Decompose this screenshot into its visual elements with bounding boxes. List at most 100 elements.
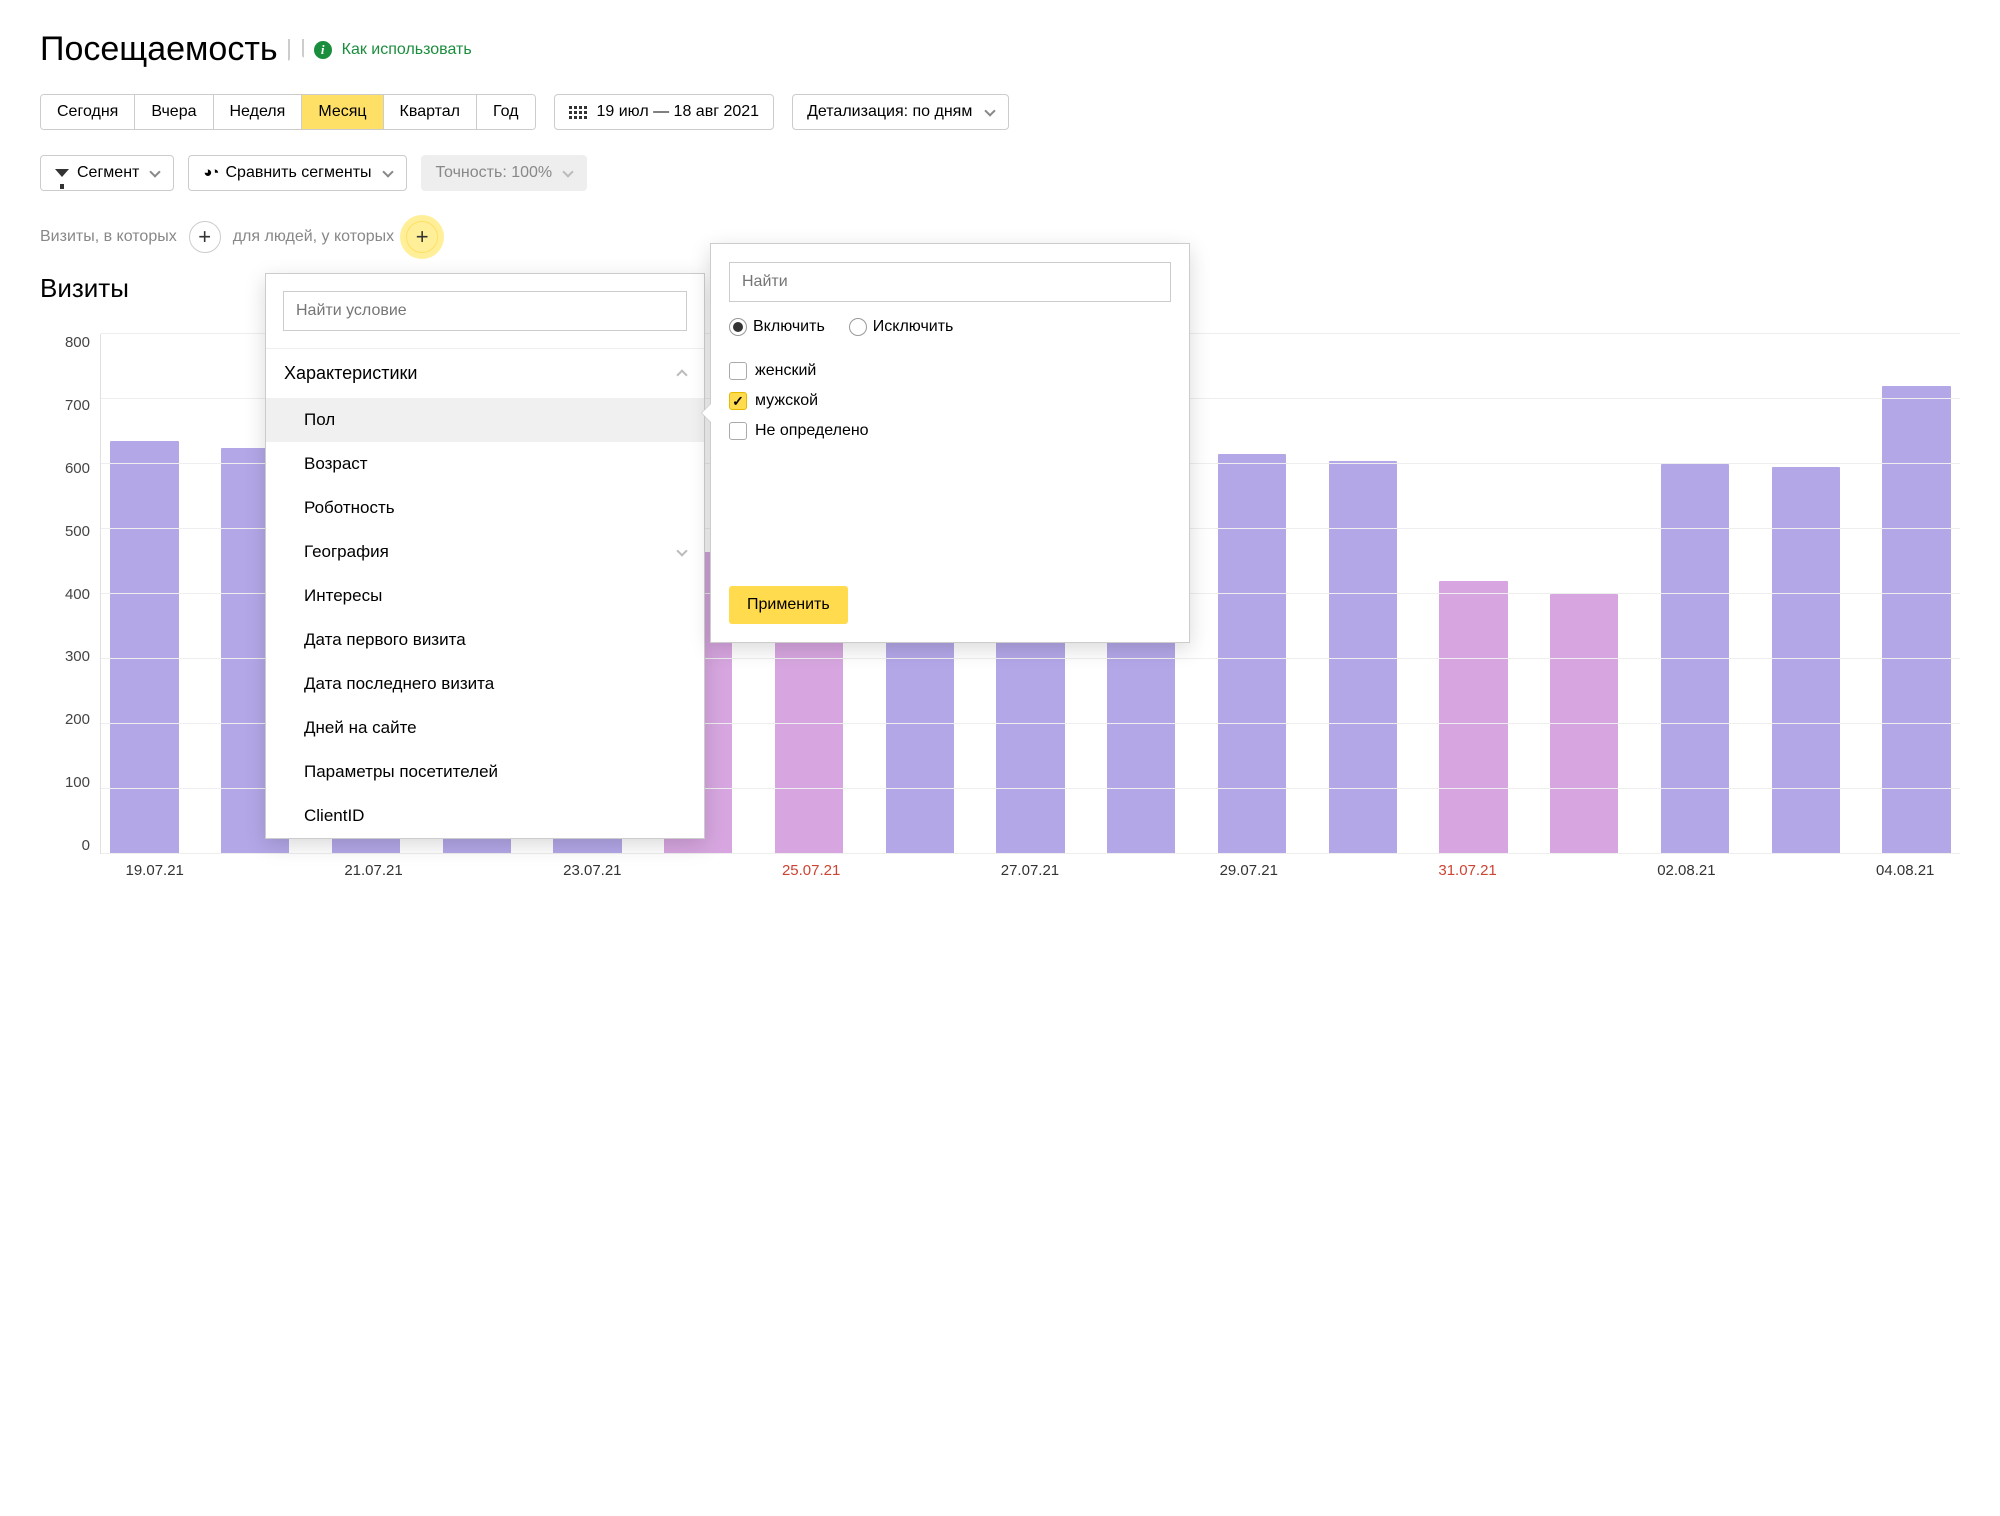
chevron-up-icon xyxy=(676,369,687,380)
calendar-icon xyxy=(569,106,587,119)
condition-group[interactable]: Характеристики xyxy=(266,349,704,398)
conditions-list[interactable]: Характеристики ПолВозрастРоботностьГеогр… xyxy=(266,348,704,838)
y-tick: 0 xyxy=(82,837,90,854)
value-option-label: мужской xyxy=(755,392,818,410)
x-tick xyxy=(209,862,318,879)
detail-label: Детализация: по дням xyxy=(807,103,972,121)
period-selector: СегодняВчераНеделяМесяцКварталГод xyxy=(40,94,536,130)
compare-button[interactable]: Сравнить сегменты xyxy=(188,155,406,191)
date-range-button[interactable]: 19 июл — 18 авг 2021 xyxy=(554,94,775,130)
x-tick: 21.07.21 xyxy=(319,862,428,879)
x-tick: 04.08.21 xyxy=(1851,862,1960,879)
checkbox-icon xyxy=(729,422,747,440)
value-option-label: Не определено xyxy=(755,422,869,440)
bar[interactable] xyxy=(110,441,178,854)
radio-icon xyxy=(729,318,747,336)
x-tick xyxy=(866,862,975,879)
period-Сегодня[interactable]: Сегодня xyxy=(41,95,135,129)
x-tick: 02.08.21 xyxy=(1632,862,1741,879)
chevron-down-icon xyxy=(150,166,161,177)
condition-item[interactable]: Дата последнего визита xyxy=(266,662,704,706)
bar[interactable] xyxy=(1661,464,1729,854)
bar[interactable] xyxy=(1439,581,1507,854)
x-tick: 25.07.21 xyxy=(756,862,865,879)
detail-button[interactable]: Детализация: по дням xyxy=(792,94,1009,130)
period-Неделя[interactable]: Неделя xyxy=(214,95,303,129)
x-tick xyxy=(428,862,537,879)
value-option-label: женский xyxy=(755,362,816,380)
period-Месяц[interactable]: Месяц xyxy=(302,95,383,129)
visits-filter-label: Визиты, в которых xyxy=(40,228,177,246)
x-tick: 29.07.21 xyxy=(1194,862,1303,879)
y-tick: 700 xyxy=(65,397,90,414)
bar[interactable] xyxy=(1882,386,1950,854)
chevron-down-icon xyxy=(985,105,996,116)
condition-item[interactable]: Пол xyxy=(266,398,704,442)
y-tick: 500 xyxy=(65,523,90,540)
dropdown-arrow xyxy=(702,404,711,422)
condition-item[interactable]: Дней на сайте xyxy=(266,706,704,750)
bar[interactable] xyxy=(1218,454,1286,854)
x-tick: 23.07.21 xyxy=(538,862,647,879)
chevron-down-icon xyxy=(676,545,687,556)
condition-item[interactable]: Возраст xyxy=(266,442,704,486)
info-icon: i xyxy=(314,41,332,59)
bar[interactable] xyxy=(1550,594,1618,854)
x-tick xyxy=(1522,862,1631,879)
checkbox-icon xyxy=(729,362,747,380)
date-range-label: 19 июл — 18 авг 2021 xyxy=(597,103,760,121)
condition-group-label: Характеристики xyxy=(284,363,417,384)
bar[interactable] xyxy=(1772,467,1840,854)
condition-item[interactable]: Дата первого визита xyxy=(266,618,704,662)
value-option[interactable]: Не определено xyxy=(729,416,1171,446)
funnel-icon xyxy=(55,169,69,177)
condition-item[interactable]: Интересы xyxy=(266,574,704,618)
y-tick: 300 xyxy=(65,648,90,665)
period-Год[interactable]: Год xyxy=(477,95,534,129)
values-dropdown: Включить Исключить женский мужской Не опре… xyxy=(710,243,1190,643)
y-tick: 100 xyxy=(65,774,90,791)
x-axis: 19.07.21 21.07.21 23.07.21 25.07.21 27.07.21… xyxy=(40,862,1960,879)
value-search-input[interactable] xyxy=(729,262,1171,302)
include-label: Включить xyxy=(753,318,825,336)
x-tick: 19.07.21 xyxy=(100,862,209,879)
segment-label: Сегмент xyxy=(77,164,139,182)
x-tick xyxy=(1085,862,1194,879)
radio-icon xyxy=(849,318,867,336)
x-tick xyxy=(1303,862,1412,879)
y-tick: 400 xyxy=(65,586,90,603)
chevron-down-icon xyxy=(382,166,393,177)
accuracy-label: Точность: 100% xyxy=(436,164,553,182)
page-title: Посещаемость xyxy=(40,30,278,69)
value-option[interactable]: мужской xyxy=(729,386,1171,416)
x-tick: 27.07.21 xyxy=(975,862,1084,879)
x-tick: 31.07.21 xyxy=(1413,862,1522,879)
condition-item[interactable]: География xyxy=(266,530,704,574)
segment-button[interactable]: Сегмент xyxy=(40,155,174,191)
add-visit-condition-button[interactable]: + xyxy=(189,221,221,253)
help-link[interactable]: Как использовать xyxy=(342,41,472,59)
condition-item[interactable]: Параметры посетителей xyxy=(266,750,704,794)
y-axis: 8007006005004003002001000 xyxy=(40,334,100,854)
condition-item[interactable]: ClientID xyxy=(266,794,704,838)
condition-item[interactable]: Роботность xyxy=(266,486,704,530)
people-filter-label: для людей, у которых xyxy=(233,228,394,246)
exclude-label: Исключить xyxy=(873,318,954,336)
period-Вчера[interactable]: Вчера xyxy=(135,95,213,129)
apply-button[interactable]: Применить xyxy=(729,586,848,624)
y-tick: 200 xyxy=(65,711,90,728)
compare-icon xyxy=(203,164,217,182)
compare-label: Сравнить сегменты xyxy=(225,164,371,182)
add-people-condition-button[interactable]: + xyxy=(406,221,438,253)
exclude-radio[interactable]: Исключить xyxy=(849,318,954,336)
condition-search-input[interactable] xyxy=(283,291,687,331)
conditions-dropdown: Характеристики ПолВозрастРоботностьГеогр… xyxy=(265,273,705,839)
period-Квартал[interactable]: Квартал xyxy=(384,95,477,129)
chevron-down-icon xyxy=(562,166,573,177)
include-radio[interactable]: Включить xyxy=(729,318,825,336)
bookmark-icon[interactable] xyxy=(288,39,304,61)
accuracy-button[interactable]: Точность: 100% xyxy=(421,155,588,191)
x-tick xyxy=(1741,862,1850,879)
y-tick: 600 xyxy=(65,460,90,477)
value-option[interactable]: женский xyxy=(729,356,1171,386)
